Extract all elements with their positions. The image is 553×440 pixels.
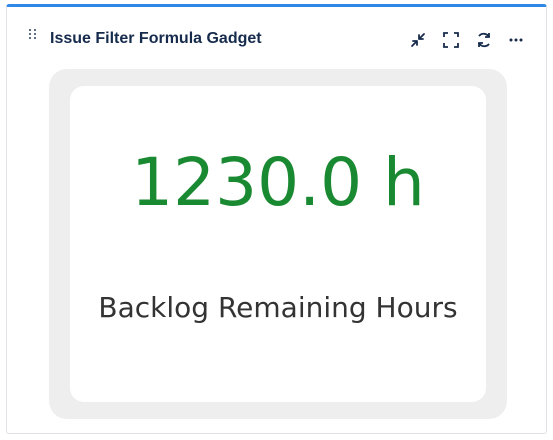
more-button[interactable] xyxy=(505,29,527,51)
metric-value: 1230.0 h xyxy=(131,144,425,221)
more-horizontal-icon xyxy=(507,31,525,49)
metric-card: 1230.0 h Backlog Remaining Hours xyxy=(70,86,486,402)
refresh-icon xyxy=(475,31,493,49)
metric-label: Backlog Remaining Hours xyxy=(98,291,458,324)
minimize-button[interactable] xyxy=(407,29,429,51)
refresh-button[interactable] xyxy=(473,29,495,51)
gadget-title: Issue Filter Formula Gadget xyxy=(50,30,262,47)
fullscreen-button[interactable] xyxy=(440,29,462,51)
drag-handle-icon[interactable] xyxy=(29,29,37,40)
collapse-arrows-icon xyxy=(409,31,427,49)
gadget-card: Issue Filter Formula Gadget 1230.0 h Bac… xyxy=(6,4,547,434)
gadget-header: Issue Filter Formula Gadget xyxy=(7,7,546,69)
fullscreen-icon xyxy=(442,31,460,49)
metric-panel: 1230.0 h Backlog Remaining Hours xyxy=(49,69,507,419)
